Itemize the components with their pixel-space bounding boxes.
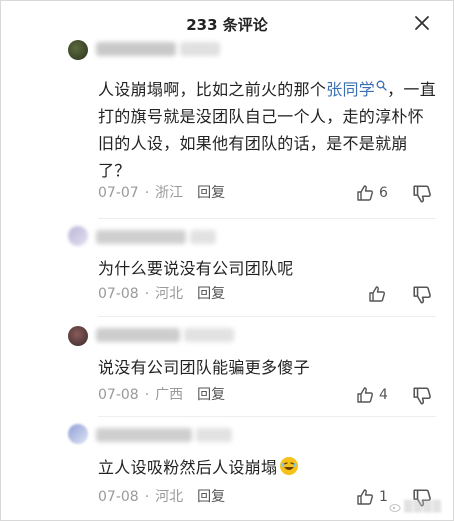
reply-button[interactable]: 回复 <box>197 286 225 302</box>
comment-text-part: 立人设吸粉然后人设崩塌 <box>98 458 278 477</box>
thumbs-up-icon <box>357 387 373 403</box>
thumbs-up-icon <box>357 489 373 505</box>
mention-link[interactable]: 张同学 <box>326 80 387 99</box>
comment-text-part: 说没有公司团队能骗更多傻子 <box>98 358 310 377</box>
thumbs-up-icon <box>369 286 385 302</box>
username-blurred <box>180 42 220 56</box>
separator: · <box>144 387 150 403</box>
divider <box>98 416 436 417</box>
comment-text: 为什么要说没有公司团队呢 <box>98 255 438 282</box>
avatar[interactable] <box>68 326 88 346</box>
separator: · <box>144 185 150 201</box>
like-button[interactable]: 4 <box>356 385 392 405</box>
username-blurred[interactable] <box>96 428 192 442</box>
username-blurred <box>190 230 216 244</box>
comment-text-part: 人设崩塌啊，比如之前火的那个 <box>98 80 327 99</box>
comment-text: 说没有公司团队能骗更多傻子 <box>98 354 438 381</box>
thumbs-down-icon[interactable] <box>412 285 432 305</box>
username-blurred <box>196 428 232 442</box>
watermark-text-blurred: ▒▒▒▒ <box>404 500 442 513</box>
comment-date: 07-08 <box>98 387 139 403</box>
comment-meta: 07-08 · 广西 回复 <box>98 385 225 405</box>
like-button[interactable]: 1 <box>356 487 392 507</box>
comment-date: 07-08 <box>98 489 139 505</box>
like-count: 1 <box>379 489 388 505</box>
comment-meta: 07-08 · 河北 回复 <box>98 284 225 304</box>
reply-button[interactable]: 回复 <box>197 489 225 505</box>
weibo-watermark: ▒▒▒▒ <box>389 500 442 513</box>
mention-link-label: 张同学 <box>326 80 376 99</box>
username-blurred[interactable] <box>96 230 186 244</box>
comment-count-title: 233 条评论 <box>186 16 268 34</box>
separator: · <box>144 286 150 302</box>
comments-header: 233 条评论 <box>0 0 454 48</box>
reply-button[interactable]: 回复 <box>197 387 225 403</box>
avatar[interactable] <box>68 226 88 246</box>
search-icon <box>376 80 387 91</box>
comment-location: 浙江 <box>155 185 184 201</box>
comment-meta: 07-08 · 河北 回复 <box>98 487 225 507</box>
divider <box>98 316 436 317</box>
avatar[interactable] <box>68 40 88 60</box>
like-count: 4 <box>379 387 388 403</box>
comment-location: 河北 <box>155 489 184 505</box>
thumbs-down-icon[interactable] <box>412 386 432 406</box>
like-count: 6 <box>379 185 388 201</box>
comment-date: 07-08 <box>98 286 139 302</box>
divider <box>98 218 436 219</box>
thumbs-down-icon[interactable] <box>412 184 432 204</box>
like-button[interactable]: 6 <box>356 183 392 203</box>
laughing-emoji-icon <box>280 457 299 475</box>
weibo-logo-icon <box>389 503 401 512</box>
username-blurred[interactable] <box>96 328 180 342</box>
comment-text: 立人设吸粉然后人设崩塌 <box>98 454 438 481</box>
like-button[interactable] <box>368 284 404 304</box>
thumbs-up-icon <box>357 185 373 201</box>
username-blurred[interactable] <box>96 42 176 56</box>
comment-location: 广西 <box>155 387 184 403</box>
comment-date: 07-07 <box>98 185 139 201</box>
close-icon[interactable] <box>414 15 430 31</box>
comment-location: 河北 <box>155 286 184 302</box>
comment-meta: 07-07 · 浙江 回复 <box>98 183 225 203</box>
avatar[interactable] <box>68 424 88 444</box>
reply-button[interactable]: 回复 <box>197 185 225 201</box>
username-blurred <box>184 328 234 342</box>
comment-text: 人设崩塌啊，比如之前火的那个张同学 ，一直打的旗号就是没团队自己一个人，走的淳朴怀… <box>98 76 438 184</box>
separator: · <box>144 489 150 505</box>
comment-text-part: 为什么要说没有公司团队呢 <box>98 259 294 278</box>
